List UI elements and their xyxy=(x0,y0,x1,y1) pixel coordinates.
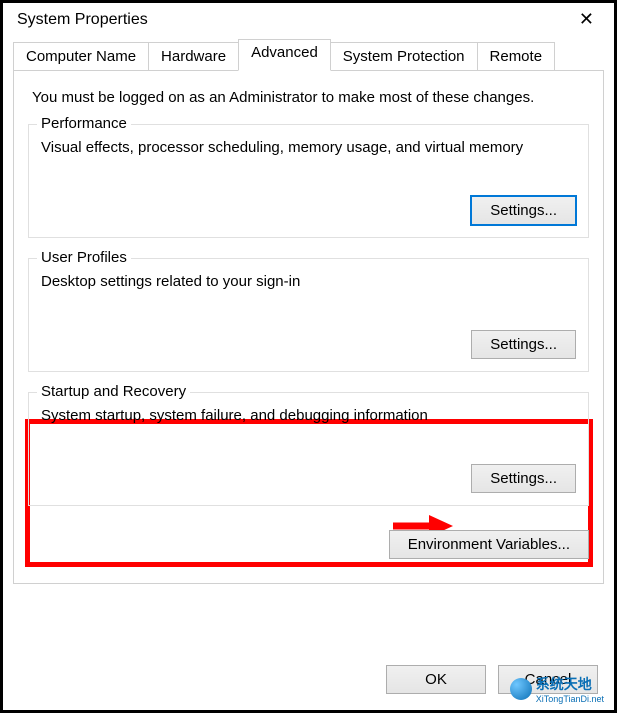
advanced-tab-panel: You must be logged on as an Administrato… xyxy=(13,70,604,584)
tab-system-protection[interactable]: System Protection xyxy=(330,42,478,70)
watermark-logo-icon xyxy=(510,678,532,700)
tab-advanced[interactable]: Advanced xyxy=(238,39,331,71)
environment-variables-button[interactable]: Environment Variables... xyxy=(389,530,589,559)
tab-strip: Computer Name Hardware Advanced System P… xyxy=(13,40,604,70)
performance-legend: Performance xyxy=(37,115,131,132)
user-profiles-description: Desktop settings related to your sign-in xyxy=(41,273,576,290)
tab-remote[interactable]: Remote xyxy=(477,42,556,70)
admin-intro-text: You must be logged on as an Administrato… xyxy=(28,89,589,106)
watermark-url: XiTongTianDi.net xyxy=(536,694,604,704)
tab-computer-name[interactable]: Computer Name xyxy=(13,42,149,70)
user-profiles-settings-button[interactable]: Settings... xyxy=(471,330,576,359)
watermark-text-cn: 系统天地 xyxy=(536,676,592,692)
startup-recovery-description: System startup, system failure, and debu… xyxy=(41,407,576,424)
titlebar: System Properties ✕ xyxy=(3,3,614,40)
performance-description: Visual effects, processor scheduling, me… xyxy=(41,139,576,156)
watermark: 系统天地 XiTongTianDi.net xyxy=(510,674,604,704)
startup-recovery-legend: Startup and Recovery xyxy=(37,383,190,400)
tab-hardware[interactable]: Hardware xyxy=(148,42,239,70)
ok-button[interactable]: OK xyxy=(386,665,486,694)
system-properties-window: System Properties ✕ Computer Name Hardwa… xyxy=(0,0,617,713)
startup-recovery-group: Startup and Recovery System startup, sys… xyxy=(28,392,589,506)
user-profiles-group: User Profiles Desktop settings related t… xyxy=(28,258,589,372)
performance-settings-button[interactable]: Settings... xyxy=(471,196,576,225)
performance-group: Performance Visual effects, processor sc… xyxy=(28,124,589,238)
startup-recovery-settings-button[interactable]: Settings... xyxy=(471,464,576,493)
close-button[interactable]: ✕ xyxy=(567,9,606,30)
window-title: System Properties xyxy=(17,11,148,29)
user-profiles-legend: User Profiles xyxy=(37,249,131,266)
